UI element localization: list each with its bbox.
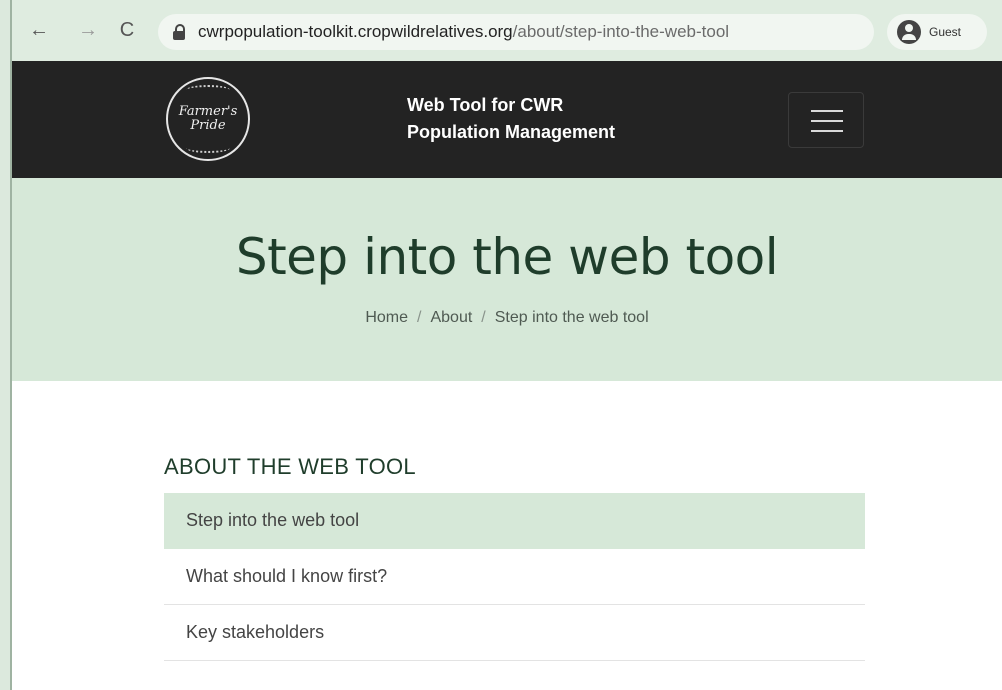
- site-title[interactable]: Web Tool for CWR Population Management: [407, 92, 707, 146]
- main-content: ABOUT THE WEB TOOL Step into the web too…: [12, 381, 1002, 690]
- forward-arrow-icon[interactable]: →: [77, 19, 99, 41]
- breadcrumb-home[interactable]: Home: [365, 309, 408, 326]
- about-menu-list: Step into the web tool What should I kno…: [164, 493, 865, 661]
- page-hero: Step into the web tool Home / About / Step i…: [12, 178, 1002, 381]
- url-path: /about/step-into-the-web-tool: [512, 22, 730, 41]
- menu-item-what-should-i-know-first[interactable]: What should I know first?: [164, 549, 865, 605]
- breadcrumb-separator: /: [481, 309, 486, 326]
- profile-label: Guest: [929, 25, 962, 39]
- hamburger-bar: [811, 130, 843, 132]
- profile-button[interactable]: Guest: [887, 14, 987, 50]
- hamburger-menu-button[interactable]: [788, 92, 864, 148]
- lock-icon: [172, 24, 186, 40]
- back-arrow-icon[interactable]: ←: [28, 19, 50, 41]
- wheat-decoration-icon: [186, 85, 230, 95]
- hamburger-bar: [811, 120, 843, 122]
- wheat-decoration-icon: [186, 143, 230, 153]
- breadcrumb: Home / About / Step into the web tool: [12, 309, 1002, 327]
- menu-item-key-stakeholders[interactable]: Key stakeholders: [164, 605, 865, 661]
- profile-avatar-icon: [897, 20, 921, 44]
- url-domain: cwrpopulation-toolkit.cropwildrelatives.…: [198, 22, 513, 41]
- site-title-line1: Web Tool for CWR: [407, 95, 564, 115]
- address-bar[interactable]: cwrpopulation-toolkit.cropwildrelatives.…: [158, 14, 874, 50]
- section-heading: ABOUT THE WEB TOOL: [164, 454, 416, 479]
- breadcrumb-current: Step into the web tool: [494, 309, 649, 326]
- browser-toolbar: ← → C cwrpopulation-toolkit.cropwildrela…: [12, 0, 1002, 61]
- reload-icon[interactable]: C: [116, 19, 138, 41]
- breadcrumb-separator: /: [417, 309, 422, 326]
- site-title-line2: Population Management: [407, 122, 616, 142]
- farmers-pride-logo[interactable]: Farmer's Pride: [166, 77, 250, 161]
- logo-text-line2: Pride: [190, 118, 226, 133]
- logo-text-line1: Farmer's: [178, 104, 238, 119]
- window-left-edge: [0, 0, 12, 690]
- hamburger-bar: [811, 110, 843, 112]
- url-text: cwrpopulation-toolkit.cropwildrelatives.…: [198, 22, 729, 42]
- menu-item-step-into-web-tool[interactable]: Step into the web tool: [164, 493, 865, 549]
- site-header: Farmer's Pride Web Tool for CWR Populati…: [12, 61, 1002, 178]
- breadcrumb-about[interactable]: About: [430, 309, 472, 326]
- page-title: Step into the web tool: [235, 228, 779, 286]
